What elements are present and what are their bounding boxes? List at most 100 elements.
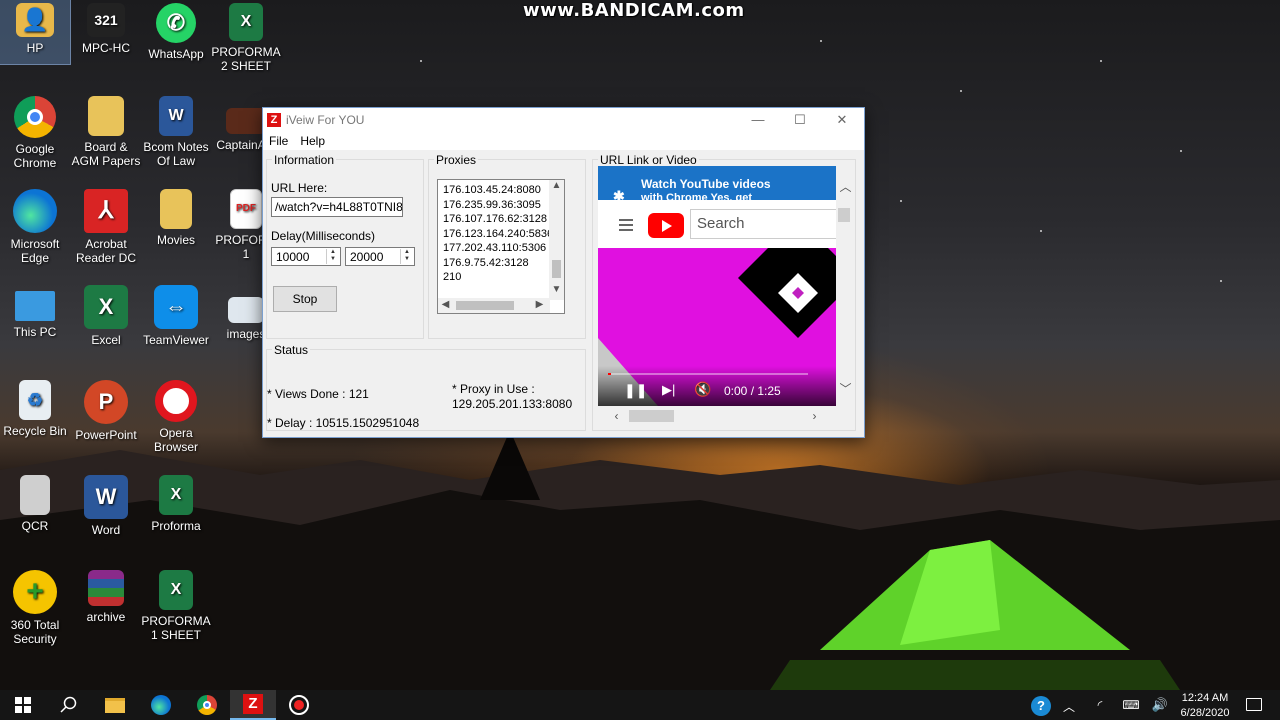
list-item[interactable]: 176.123.164.240:5836: [438, 227, 564, 242]
desktop-icon-proforma[interactable]: X Proforma: [141, 475, 211, 533]
desktop-icon-mpc-hc[interactable]: 321 MPC-HC: [71, 3, 141, 55]
desktop-icon-excel[interactable]: X Excel: [71, 285, 141, 347]
scroll-up-icon[interactable]: ▲: [549, 180, 564, 191]
help-icon[interactable]: ?: [1031, 696, 1051, 716]
information-group-title: Information: [272, 153, 337, 167]
desktop-icon-archive[interactable]: archive: [71, 570, 141, 624]
scroll-left-icon[interactable]: ◀: [438, 299, 453, 310]
desktop-icon-word[interactable]: W Word: [71, 475, 141, 537]
clock[interactable]: 12:24 AM 6/28/2020: [1172, 692, 1238, 719]
menu-help[interactable]: Help: [300, 134, 325, 148]
notifications-icon[interactable]: [1246, 698, 1262, 711]
menu-file[interactable]: File: [269, 134, 288, 148]
desktop-icon-label: Bcom Notes Of Law: [143, 140, 209, 168]
taskbar-search-button[interactable]: [46, 690, 92, 720]
desktop-icon-label: PROFORMA 2 SHEET: [211, 45, 281, 73]
edge-icon: [151, 695, 171, 715]
scroll-right-icon[interactable]: ▶: [532, 299, 547, 310]
desktop-icon-label: Board & AGM Papers: [71, 140, 141, 168]
desktop-icon-whatsapp[interactable]: ✆ WhatsApp: [141, 3, 211, 61]
desktop-icon-acrobat-reader-dc[interactable]: ⅄ Acrobat Reader DC: [71, 189, 141, 265]
list-item[interactable]: 176.235.99.36:3095: [438, 198, 564, 213]
browser-hscroll-thumb[interactable]: [629, 410, 674, 422]
delay-min-stepper[interactable]: 10000 ▲ ▼: [271, 247, 341, 266]
window-titlebar[interactable]: Z iVeiw For YOU — ☐ ✕: [263, 108, 864, 132]
desktop-icon-360-total-security[interactable]: + 360 Total Security: [0, 570, 70, 646]
taskbar-chrome[interactable]: [184, 690, 230, 720]
minimize-button[interactable]: —: [736, 108, 780, 132]
delay-max-stepper[interactable]: 20000 ▲ ▼: [345, 247, 415, 266]
menu-bar: File Help: [263, 132, 864, 150]
pause-icon[interactable]: ❚❚: [624, 382, 647, 399]
proxies-vscroll[interactable]: ▲ ▼: [549, 180, 564, 300]
browser-vscroll-thumb[interactable]: [838, 208, 850, 222]
desktop-icon-powerpoint[interactable]: P PowerPoint: [71, 380, 141, 442]
desktop-icon-proforma-2-sheet[interactable]: X PROFORMA 2 SHEET: [211, 3, 281, 73]
taskbar-edge[interactable]: [138, 690, 184, 720]
window-title: iVeiw For YOU: [286, 113, 365, 127]
desktop-icon-qcr[interactable]: QCR: [0, 475, 70, 533]
chrome-icon: [197, 695, 217, 715]
taskbar-file-explorer[interactable]: [92, 690, 138, 720]
banner-text: Watch YouTube videos: [641, 177, 771, 191]
show-hidden-icons-icon[interactable]: ︿: [1062, 698, 1076, 715]
browser-scroll-right-icon[interactable]: ›: [807, 409, 822, 423]
list-item[interactable]: 176.103.45.24:8080: [438, 183, 564, 198]
media-player-icon: 321: [87, 3, 125, 37]
desktop-icon-board-agm-papers[interactable]: Board & AGM Papers: [71, 96, 141, 168]
stop-button[interactable]: Stop: [273, 286, 337, 312]
list-item[interactable]: 176.9.75.42:3128: [438, 256, 564, 271]
browser-scroll-left-icon[interactable]: ‹: [609, 409, 624, 423]
desktop-icon-proforma-1-sheet[interactable]: X PROFORMA 1 SHEET: [141, 570, 211, 642]
desktop-icon-hp[interactable]: 👤 HP: [0, 0, 71, 65]
desktop-icon-microsoft-edge[interactable]: Microsoft Edge: [0, 189, 70, 265]
iview-app-window: Z iVeiw For YOU — ☐ ✕ File Help Informat…: [262, 107, 865, 438]
browser-scroll-up-icon[interactable]: ︿: [838, 178, 853, 195]
keyboard-icon[interactable]: ⌨: [1122, 698, 1140, 712]
close-button[interactable]: ✕: [820, 108, 864, 132]
list-item[interactable]: 176.107.176.62:3128: [438, 212, 564, 227]
scroll-down-icon[interactable]: ▼: [549, 284, 564, 295]
proxy-in-use-value: 129.205.201.133:8080: [452, 397, 573, 411]
list-item[interactable]: 177.202.43.110:5306: [438, 241, 564, 256]
desktop-icon-movies[interactable]: Movies: [141, 189, 211, 247]
search-input[interactable]: Search: [690, 209, 836, 239]
image-file-icon: [226, 108, 266, 134]
scroll-thumb[interactable]: [552, 260, 561, 278]
spin-arrows-icon[interactable]: ▲ ▼: [400, 249, 413, 264]
desktop-icon-opera-browser[interactable]: Opera Browser: [141, 380, 211, 454]
winrar-icon: [88, 570, 124, 606]
desktop-icon-google-chrome[interactable]: Google Chrome: [0, 96, 70, 170]
desktop-icon-label: Acrobat Reader DC: [75, 237, 137, 265]
volume-icon[interactable]: 🔊: [1151, 697, 1169, 713]
next-icon[interactable]: ▶|: [662, 382, 675, 398]
spin-arrows-icon[interactable]: ▲ ▼: [326, 249, 339, 264]
network-icon[interactable]: ◜: [1092, 698, 1108, 712]
excel-file-icon: X: [229, 3, 263, 41]
word-icon: W: [84, 475, 128, 519]
taskbar-iview-app[interactable]: Z: [230, 690, 276, 720]
video-player[interactable]: ❚❚ ▶| 🔇 0:00 / 1:25: [598, 248, 836, 406]
desktop-icon-this-pc[interactable]: This PC: [0, 285, 70, 339]
desktop-icon-bcom-notes[interactable]: W Bcom Notes Of Law: [141, 96, 211, 168]
progress-bar[interactable]: [608, 373, 808, 375]
chrome-promo-banner[interactable]: ✱ Watch YouTube videos with Chrome Yes, …: [598, 166, 836, 204]
scroll-thumb[interactable]: [456, 301, 514, 310]
mute-icon[interactable]: 🔇: [694, 381, 711, 398]
taskbar-bandicam[interactable]: [276, 690, 322, 720]
browser-scroll-down-icon[interactable]: ﹀: [838, 380, 853, 397]
maximize-button[interactable]: ☐: [778, 108, 822, 132]
proxies-list[interactable]: 176.103.45.24:8080 176.235.99.36:3095 17…: [437, 179, 565, 314]
youtube-logo-icon[interactable]: [648, 213, 684, 238]
app-logo-icon: Z: [243, 694, 263, 714]
proxies-hscroll[interactable]: ◀ ▶: [438, 298, 550, 313]
taskbar: Z ? ︿ ◜ ⌨ 🔊 12:24 AM 6/28/2020: [0, 690, 1280, 720]
list-item[interactable]: 210: [438, 270, 564, 285]
desktop-icon-label: Word: [91, 523, 121, 537]
desktop-icon-recycle-bin[interactable]: ♻ Recycle Bin: [0, 380, 70, 438]
url-input[interactable]: /watch?v=h4L88T0TNI8: [271, 197, 403, 217]
embedded-browser[interactable]: ✱ Watch YouTube videos with Chrome Yes, …: [598, 166, 836, 406]
menu-icon[interactable]: [619, 219, 633, 234]
desktop-icon-teamviewer[interactable]: ⇔ TeamViewer: [141, 285, 211, 347]
start-button[interactable]: [0, 690, 46, 720]
